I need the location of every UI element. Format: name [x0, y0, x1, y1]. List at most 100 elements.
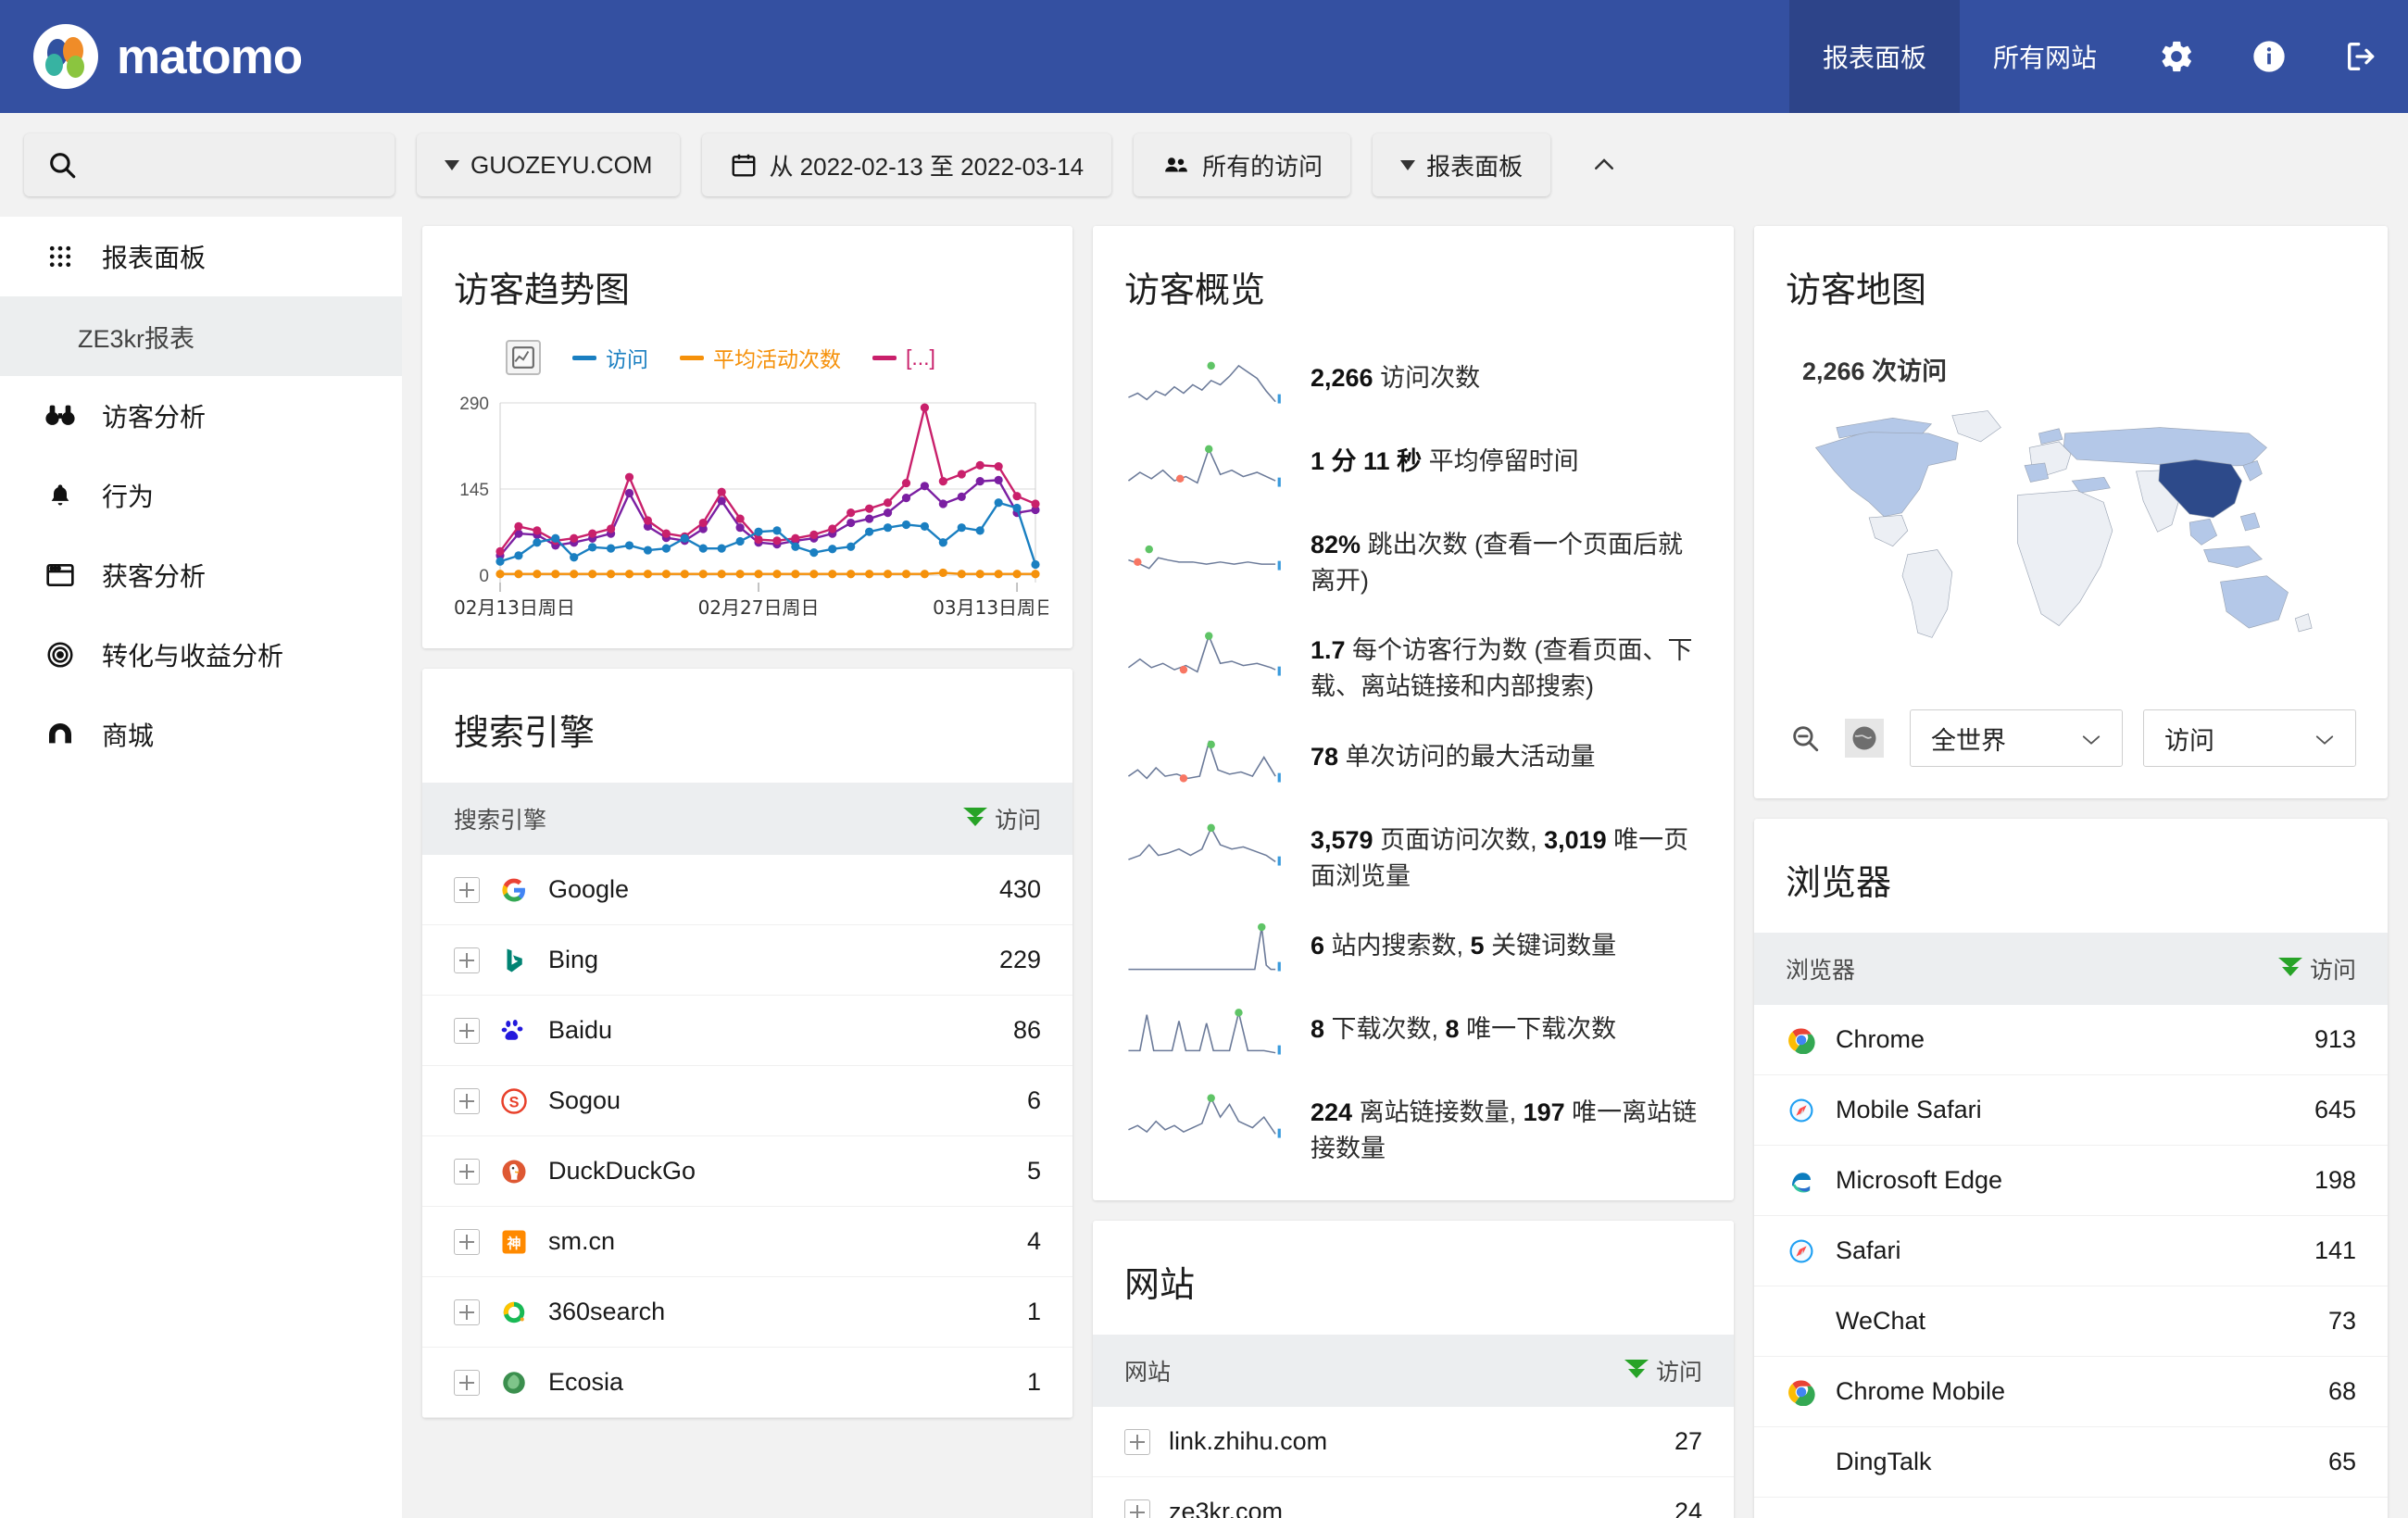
table-row[interactable]: Google 430: [422, 855, 1072, 925]
expand-row-icon[interactable]: [454, 947, 480, 973]
table-row[interactable]: 360search 1: [422, 1277, 1072, 1348]
metric-text: 8 下载次数, 8 唯一下载次数: [1311, 1014, 1617, 1043]
column-header-metric[interactable]: 访问: [1624, 1354, 1702, 1387]
sort-descending-icon: [1624, 1359, 1649, 1383]
segment-label: 所有的访问: [1202, 152, 1323, 181]
site-selector[interactable]: GUOZEYU.COM: [417, 133, 681, 196]
table-row[interactable]: Microsoft Edge 198: [1754, 1146, 2388, 1216]
overview-metric-row[interactable]: 224 离站链接数量, 197 唯一离站链接数量: [1093, 1074, 1734, 1180]
nav-item-dashboard[interactable]: 报表面板: [1788, 0, 1960, 113]
brand-logo[interactable]: matomo: [0, 0, 303, 113]
expand-row-icon[interactable]: [454, 1017, 480, 1044]
table-row[interactable]: Chrome 913: [1754, 1005, 2388, 1075]
table-row[interactable]: 神 sm.cn 4: [422, 1207, 1072, 1277]
sidebar-item-shop[interactable]: 商城: [0, 695, 402, 774]
visitor-map-widget: 访客地图 2,266 次访问 全世界 访问: [1754, 226, 2388, 798]
expand-row-icon[interactable]: [454, 1298, 480, 1325]
map-region-select[interactable]: 全世界: [1910, 709, 2123, 767]
sidebar-item-behaviour[interactable]: 行为: [0, 456, 402, 535]
expand-row-icon[interactable]: [454, 1369, 480, 1396]
overview-metric-row[interactable]: 1 分 11 秒 平均停留时间: [1093, 423, 1734, 507]
legend-label: 访问: [606, 347, 648, 371]
info-icon[interactable]: [2223, 0, 2315, 113]
row-value: 86: [1012, 1016, 1041, 1044]
collapse-toolbar-button[interactable]: [1573, 151, 1636, 179]
edge-icon: [1786, 1165, 1817, 1197]
overview-metric-row[interactable]: 6 站内搜索数, 5 关键词数量: [1093, 908, 1734, 991]
table-row[interactable]: WeChat 73: [1754, 1286, 2388, 1357]
metric-text: 82% 跳出次数 (查看一个页面后就离开): [1311, 531, 1684, 596]
table-row[interactable]: Safari 141: [1754, 1216, 2388, 1286]
table-row[interactable]: Ecosia 1: [422, 1348, 1072, 1418]
table-row[interactable]: S Sogou 6: [422, 1066, 1072, 1136]
table-row[interactable]: Bing 229: [422, 925, 1072, 996]
overview-metric-row[interactable]: 78 单次访问的最大活动量: [1093, 719, 1734, 802]
table-row[interactable]: DingTalk 65: [1754, 1427, 2388, 1498]
smcn-icon: 神: [498, 1226, 530, 1258]
table-row[interactable]: DuckDuckGo 5: [422, 1136, 1072, 1207]
overview-metric-row[interactable]: 8 下载次数, 8 唯一下载次数: [1093, 991, 1734, 1074]
sidebar-item-dashboard[interactable]: 报表面板: [0, 217, 402, 296]
expand-row-icon[interactable]: [454, 876, 480, 903]
expand-row-icon[interactable]: [454, 1158, 480, 1185]
no-icon: [1786, 1447, 1817, 1478]
sidebar-item-goals[interactable]: 转化与收益分析: [0, 615, 402, 695]
row-value: 430: [998, 875, 1041, 903]
metric-text: 1.7 每个访客行为数 (查看页面、下载、离站链接和内部搜索): [1311, 636, 1693, 701]
filter-toolbar: GUOZEYU.COM 从 2022-02-13 至 2022-03-14 所有…: [0, 113, 2408, 217]
table-row[interactable]: link.zhihu.com 27: [1093, 1407, 1734, 1478]
ecosia-icon: [498, 1367, 530, 1399]
sidebar-item-ze3kr-report[interactable]: ZE3kr报表: [0, 296, 402, 376]
overview-metric-row[interactable]: 2,266 访问次数: [1093, 340, 1734, 423]
map-region-russia[interactable]: [2063, 427, 2267, 468]
legend-entry-more[interactable]: [...]: [872, 345, 935, 370]
date-range-selector[interactable]: 从 2022-02-13 至 2022-03-14: [702, 133, 1112, 196]
globe-icon[interactable]: [1845, 719, 1884, 758]
sidebar-item-acquisition[interactable]: 获客分析: [0, 535, 402, 615]
row-value: 4: [1026, 1227, 1041, 1255]
calendar-icon: [733, 154, 756, 177]
legend-entry-avg-actions[interactable]: 平均活动次数: [680, 342, 841, 373]
expand-row-icon[interactable]: [1124, 1428, 1150, 1455]
dashboard-selector[interactable]: 报表面板: [1373, 133, 1551, 196]
column-header-metric[interactable]: 访问: [2277, 952, 2356, 985]
dashboard-selector-label: 报表面板: [1426, 152, 1524, 181]
zoom-out-icon[interactable]: [1786, 719, 1825, 758]
chart-type-icon[interactable]: [506, 340, 541, 375]
table-row[interactable]: Firefox 36: [1754, 1498, 2388, 1518]
expand-row-icon[interactable]: [454, 1228, 480, 1255]
segment-selector[interactable]: 所有的访问: [1134, 133, 1351, 196]
row-label: WeChat: [1836, 1307, 1926, 1335]
logout-icon[interactable]: [2315, 0, 2408, 113]
users-icon: [1165, 157, 1187, 172]
expand-row-icon[interactable]: [454, 1087, 480, 1114]
visits-trend-chart[interactable]: 0 145 290 02月13日周日 02月27日周日 03月13日周日: [446, 379, 1054, 620]
metric-text: 6 站内搜索数, 5 关键词数量: [1311, 931, 1617, 960]
row-value: 1: [1026, 1368, 1041, 1396]
nav-item-all-websites[interactable]: 所有网站: [1960, 0, 2130, 113]
overview-metric-row[interactable]: 82% 跳出次数 (查看一个页面后就离开): [1093, 507, 1734, 612]
top-nav-right-group: 报表面板 所有网站: [1788, 0, 2408, 113]
table-row[interactable]: Chrome Mobile 68: [1754, 1357, 2388, 1427]
gear-icon[interactable]: [2130, 0, 2223, 113]
dashboard-column-1: 访客趋势图 访问 平均活动次数 [...] 0 145 290 02月13日周日…: [422, 226, 1072, 1518]
table-row[interactable]: ze3kr.com 24: [1093, 1477, 1734, 1518]
world-map[interactable]: 2,266 次访问: [1754, 340, 2388, 696]
row-label: DuckDuckGo: [548, 1157, 696, 1185]
column-header-metric[interactable]: 访问: [962, 802, 1041, 835]
svg-text:02月27日周日: 02月27日周日: [698, 596, 820, 619]
row-value: 65: [2327, 1448, 2356, 1475]
websites-widget: 网站 网站 访问 link.zhihu.com 27 ze3kr.com 24: [1093, 1221, 1734, 1518]
overview-metric-row[interactable]: 3,579 页面访问次数, 3,019 唯一页面浏览量: [1093, 802, 1734, 908]
websites-table-body: link.zhihu.com 27 ze3kr.com 24: [1093, 1407, 1734, 1518]
search-input[interactable]: [24, 133, 395, 196]
map-metric-select[interactable]: 访问: [2143, 709, 2356, 767]
table-row[interactable]: Baidu 86: [422, 996, 1072, 1066]
row-label: sm.cn: [548, 1227, 616, 1255]
legend-entry-visits[interactable]: 访问: [572, 342, 648, 373]
table-row[interactable]: Mobile Safari 645: [1754, 1075, 2388, 1146]
overview-metric-row[interactable]: 1.7 每个访客行为数 (查看页面、下载、离站链接和内部搜索): [1093, 612, 1734, 718]
row-value: 27: [1674, 1427, 1702, 1456]
expand-row-icon[interactable]: [1124, 1499, 1150, 1518]
sidebar-item-visitors[interactable]: 访客分析: [0, 376, 402, 456]
